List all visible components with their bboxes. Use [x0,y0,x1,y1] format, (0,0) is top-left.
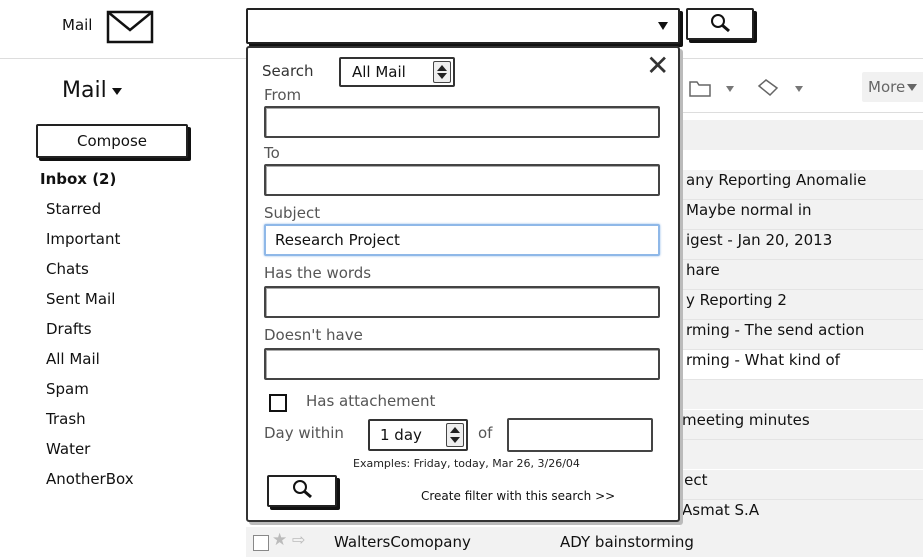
has-attachment-checkbox[interactable] [269,394,287,412]
toolbar-divider [680,112,923,113]
more-chevron-icon [907,84,918,91]
row-subject: igest - Jan 20, 2013 [686,231,833,249]
sidebar-item[interactable]: Inbox (2) [40,170,116,188]
chevron-down-icon [111,87,122,95]
search-scope-select[interactable]: All Mail [339,57,455,87]
toolbar: More [680,66,923,110]
doesnt-have-field[interactable] [264,348,660,380]
to-field[interactable] [264,164,660,196]
row-checkbox[interactable] [253,535,269,551]
label-icon[interactable] [756,78,780,98]
create-filter-link[interactable]: Create filter with this search >> [421,489,615,503]
top-search-button[interactable] [686,8,754,40]
mail-icon[interactable] [106,10,154,44]
sidebar-item[interactable]: Chats [46,260,89,278]
sidebar-item[interactable]: All Mail [46,350,100,368]
table-row[interactable]: meeting minutes [680,410,923,440]
scope-spinner-icon[interactable] [433,61,451,83]
has-words-field[interactable] [264,286,660,318]
row-subject: y Reporting 2 [686,291,787,309]
table-row[interactable]: rming - What kind of [680,350,923,380]
from-label: From [264,86,302,104]
subject-label: Subject [264,204,321,222]
table-row[interactable] [680,440,923,469]
subject-field[interactable]: Research Project [264,224,660,256]
sidebar-item[interactable]: Important [46,230,120,248]
star-icon[interactable]: ★ [272,530,287,550]
row-subject: Maybe normal in [686,201,812,219]
sidebar-item[interactable]: Trash [46,410,86,428]
search-icon [293,480,312,499]
list-header-band [680,120,923,150]
row-subject: ADY bainstorming [560,533,694,551]
sidebar-item[interactable]: Drafts [46,320,92,338]
table-row[interactable]: igest - Jan 20, 2013 [680,230,923,260]
search-icon [711,14,730,33]
folder-icon[interactable] [688,78,712,98]
of-label: of [478,424,493,442]
table-row[interactable]: rming - The send action [680,320,923,350]
from-field[interactable] [264,106,660,138]
panel-search-button[interactable] [267,475,337,507]
table-row[interactable]: ject [680,470,923,500]
more-button[interactable]: More [862,72,923,102]
date-field[interactable] [507,418,653,452]
row-subject: ject [680,471,708,489]
has-attachment-label: Has attachement [306,392,436,410]
row-subject: Asmat S.A [682,501,760,519]
row-subject: hare [686,261,720,279]
sidebar-item[interactable]: Water [46,440,90,458]
to-label: To [264,144,280,162]
table-row[interactable]: Maybe normal in [680,200,923,230]
sidebar-item[interactable]: Spam [46,380,89,398]
table-row[interactable]: any Reporting Anomalie [680,170,923,200]
table-row[interactable] [680,380,923,409]
sidebar-item[interactable]: AnotherBox [46,470,134,488]
close-icon[interactable]: ✕ [646,52,669,80]
important-marker-icon[interactable]: ⇨ [292,530,305,549]
compose-button[interactable]: Compose [36,124,188,158]
doesnt-have-label: Doesn't have [264,326,363,344]
top-search-input[interactable] [246,8,680,44]
row-subject: any Reporting Anomalie [686,171,867,189]
table-row[interactable]: hare [680,260,923,290]
row-sender: WaltersComopany [334,533,471,551]
label-dropdown-icon[interactable] [795,86,803,92]
examples-text: Examples: Friday, today, Mar 26, 3/26/04 [353,457,580,470]
sidebar-item[interactable]: Starred [46,200,101,218]
row-subject: rming - What kind of [686,351,840,369]
table-row[interactable]: Asmat S.A [680,500,923,530]
folder-dropdown-icon[interactable] [726,86,734,92]
row-subject: rming - The send action [686,321,865,339]
row-subject: meeting minutes [682,411,810,429]
search-label: Search [262,62,314,80]
dropdown-arrow-icon[interactable] [658,22,668,30]
sidebar-item[interactable]: Sent Mail [46,290,115,308]
day-within-select[interactable]: 1 day [368,419,468,451]
app-label: Mail [62,16,93,34]
table-row[interactable]: ★ ⇨ WaltersComopany ADY bainstorming [246,527,923,557]
has-words-label: Has the words [264,264,372,282]
mail-menu[interactable]: Mail [62,78,122,103]
day-within-label: Day within [264,424,344,442]
table-row[interactable]: y Reporting 2 [680,290,923,320]
day-spinner-icon[interactable] [446,423,464,447]
